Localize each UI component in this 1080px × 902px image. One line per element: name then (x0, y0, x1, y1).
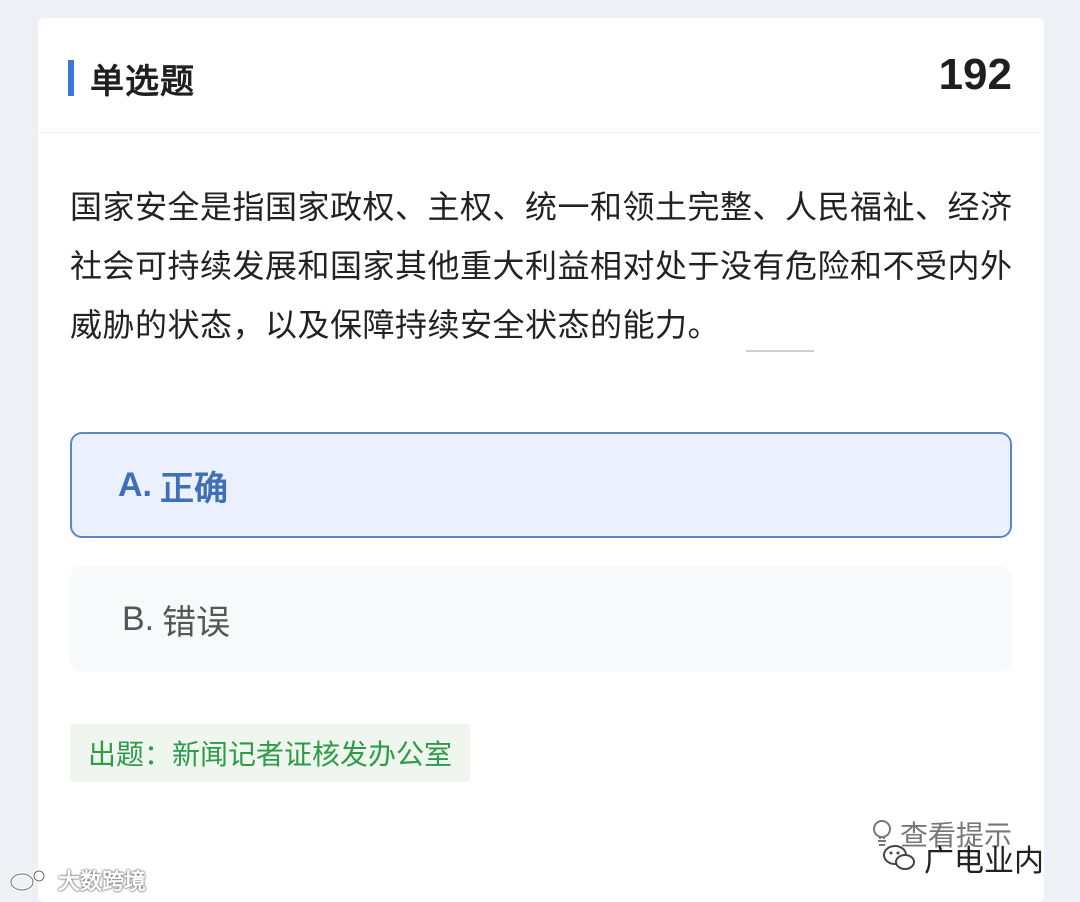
watermark-right-text: 广电业内 (924, 844, 1044, 879)
accent-bar (68, 60, 74, 96)
watermark-left: 大数跨境 (8, 864, 146, 896)
question-type-header: 单选题 (68, 56, 195, 102)
option-b[interactable]: B. 错误 (70, 566, 1012, 672)
source-text: 出题：新闻记者证核发办公室 (88, 738, 453, 771)
watermark-right: 广电业内 (882, 836, 1044, 880)
answer-blank (746, 350, 815, 352)
question-text-block: 国家安全是指国家政权、主权、统一和领土完整、人民福祉、经济社会可持续发展和国家其… (70, 178, 1020, 355)
question-card: 单选题 192 国家安全是指国家政权、主权、统一和领土完整、人民福祉、经济社会可… (38, 18, 1044, 902)
question-type-title: 单选题 (90, 61, 195, 102)
option-letter: B. (122, 599, 155, 638)
weibo-logo-icon (9, 869, 46, 892)
header-divider (38, 132, 1044, 133)
wechat-logo-icon (883, 845, 915, 870)
question-source-badge: 出题：新闻记者证核发办公室 (70, 724, 471, 782)
option-letter: A. (118, 465, 152, 504)
question-text: 国家安全是指国家政权、主权、统一和领土完整、人民福祉、经济社会可持续发展和国家其… (70, 188, 1013, 344)
watermark-left-text: 大数跨境 (58, 870, 147, 895)
option-label: 错误 (162, 602, 231, 643)
question-number: 192 (938, 50, 1012, 99)
option-a[interactable]: A. 正确 (70, 432, 1012, 538)
option-label: 正确 (160, 468, 228, 509)
